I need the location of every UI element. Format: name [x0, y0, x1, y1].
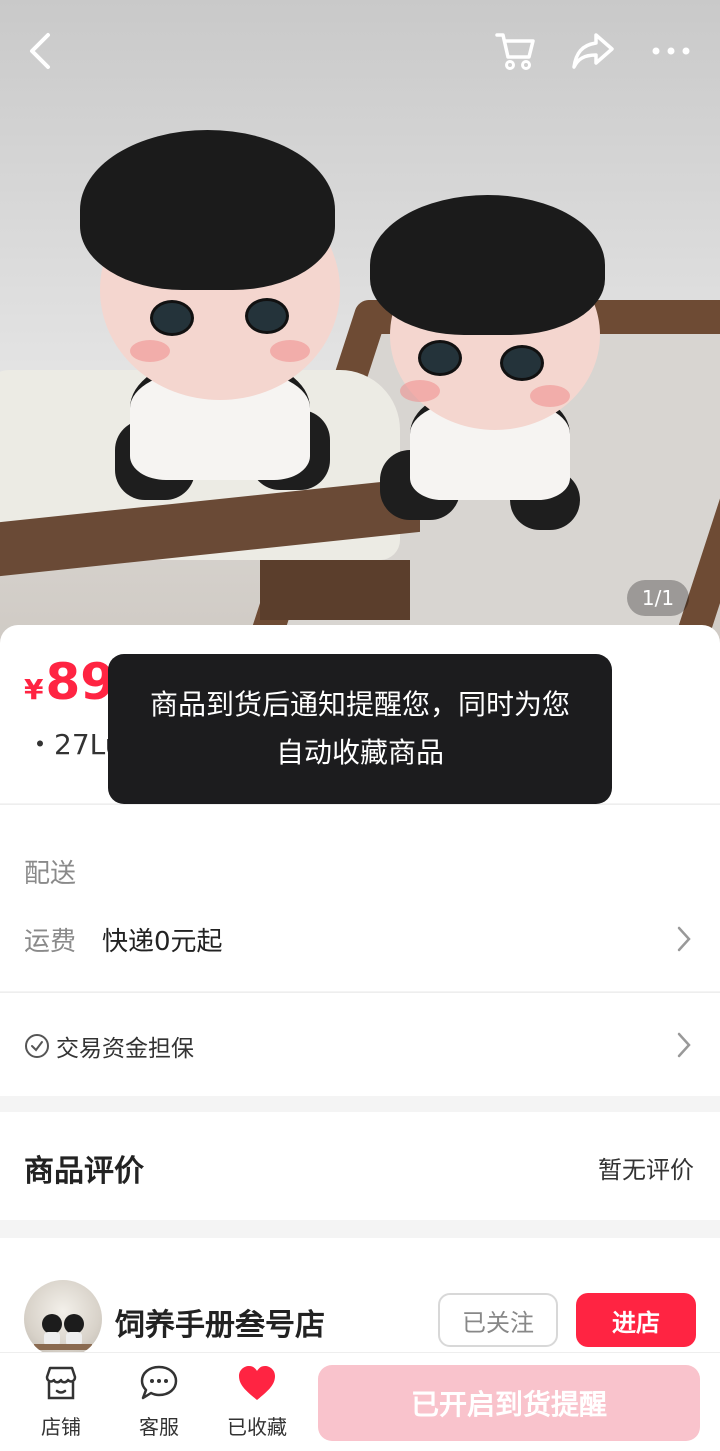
- favorite-label: 已收藏: [227, 1415, 287, 1439]
- check-circle-icon: [24, 1033, 50, 1059]
- enter-shop-button[interactable]: 进店: [576, 1293, 696, 1347]
- product-image[interactable]: 1/1: [0, 0, 720, 650]
- service-button[interactable]: 客服: [114, 1363, 204, 1440]
- review-section[interactable]: 商品评价 暂无评价: [0, 1112, 720, 1220]
- chat-icon: [138, 1363, 180, 1407]
- bottom-bar: 店铺 客服 已收藏 已开启到货提醒: [0, 1352, 720, 1451]
- price-currency: ¥: [24, 673, 44, 706]
- shop-name[interactable]: 饲养手册叁号店: [115, 1300, 325, 1344]
- cart-icon[interactable]: [488, 24, 542, 78]
- review-title: 商品评价: [24, 1154, 144, 1189]
- follow-button[interactable]: 已关注: [438, 1293, 558, 1347]
- price: ¥ 89: [24, 653, 115, 711]
- price-value: 89: [45, 653, 116, 711]
- favorite-button[interactable]: 已收藏: [212, 1363, 302, 1440]
- share-icon[interactable]: [566, 24, 620, 78]
- store-button[interactable]: 店铺: [16, 1363, 106, 1440]
- shop-avatar[interactable]: [24, 1280, 102, 1358]
- figure-mu: [360, 190, 620, 550]
- shipping-label: 运费: [24, 927, 77, 957]
- shipping-value: 快递0元起: [102, 927, 223, 957]
- store-icon: [41, 1363, 81, 1407]
- chevron-right-icon: [676, 1031, 692, 1063]
- more-icon[interactable]: [644, 24, 698, 78]
- service-label: 客服: [139, 1415, 179, 1439]
- chevron-right-icon: [676, 925, 692, 957]
- guarantee-section[interactable]: 交易资金担保: [0, 992, 720, 1096]
- image-counter: 1/1: [627, 580, 689, 616]
- image-bench-leg: [260, 560, 410, 620]
- store-label: 店铺: [41, 1415, 81, 1439]
- shipping-row[interactable]: 运费 快递0元起: [24, 921, 223, 958]
- figure-lu: [80, 120, 360, 520]
- toast-message: 商品到货后通知提醒您，同时为您自动收藏商品: [108, 654, 612, 804]
- guarantee-row: 交易资金担保: [24, 1029, 194, 1063]
- guarantee-text: 交易资金担保: [56, 1036, 194, 1062]
- restock-remind-button[interactable]: 已开启到货提醒: [318, 1365, 700, 1441]
- heart-icon: [236, 1363, 278, 1407]
- back-icon[interactable]: [14, 24, 68, 78]
- review-value: 暂无评价: [598, 1156, 694, 1184]
- delivery-section[interactable]: 配送 运费 快递0元起: [0, 804, 720, 991]
- delivery-title: 配送: [24, 859, 77, 889]
